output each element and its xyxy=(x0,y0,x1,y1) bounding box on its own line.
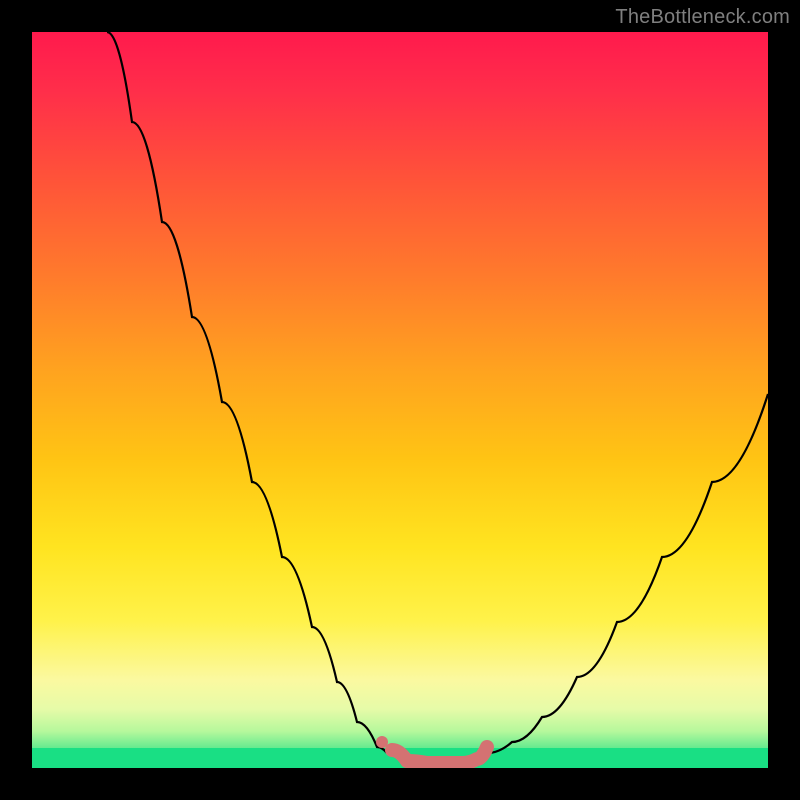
curve-layer xyxy=(32,32,768,768)
nub-start-dot xyxy=(376,736,388,748)
left-curve xyxy=(107,32,387,753)
watermark-text: TheBottleneck.com xyxy=(615,6,790,29)
plot-area xyxy=(32,32,768,768)
chart-frame: TheBottleneck.com xyxy=(0,0,800,800)
right-curve xyxy=(487,394,768,753)
bottom-nub xyxy=(392,747,487,763)
